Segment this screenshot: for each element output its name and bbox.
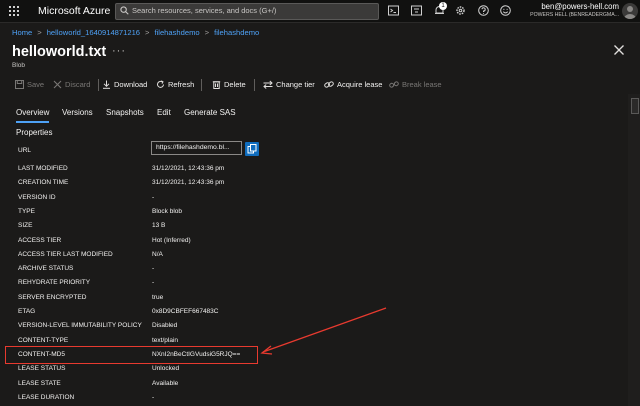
annotation-arrow bbox=[260, 307, 387, 355]
